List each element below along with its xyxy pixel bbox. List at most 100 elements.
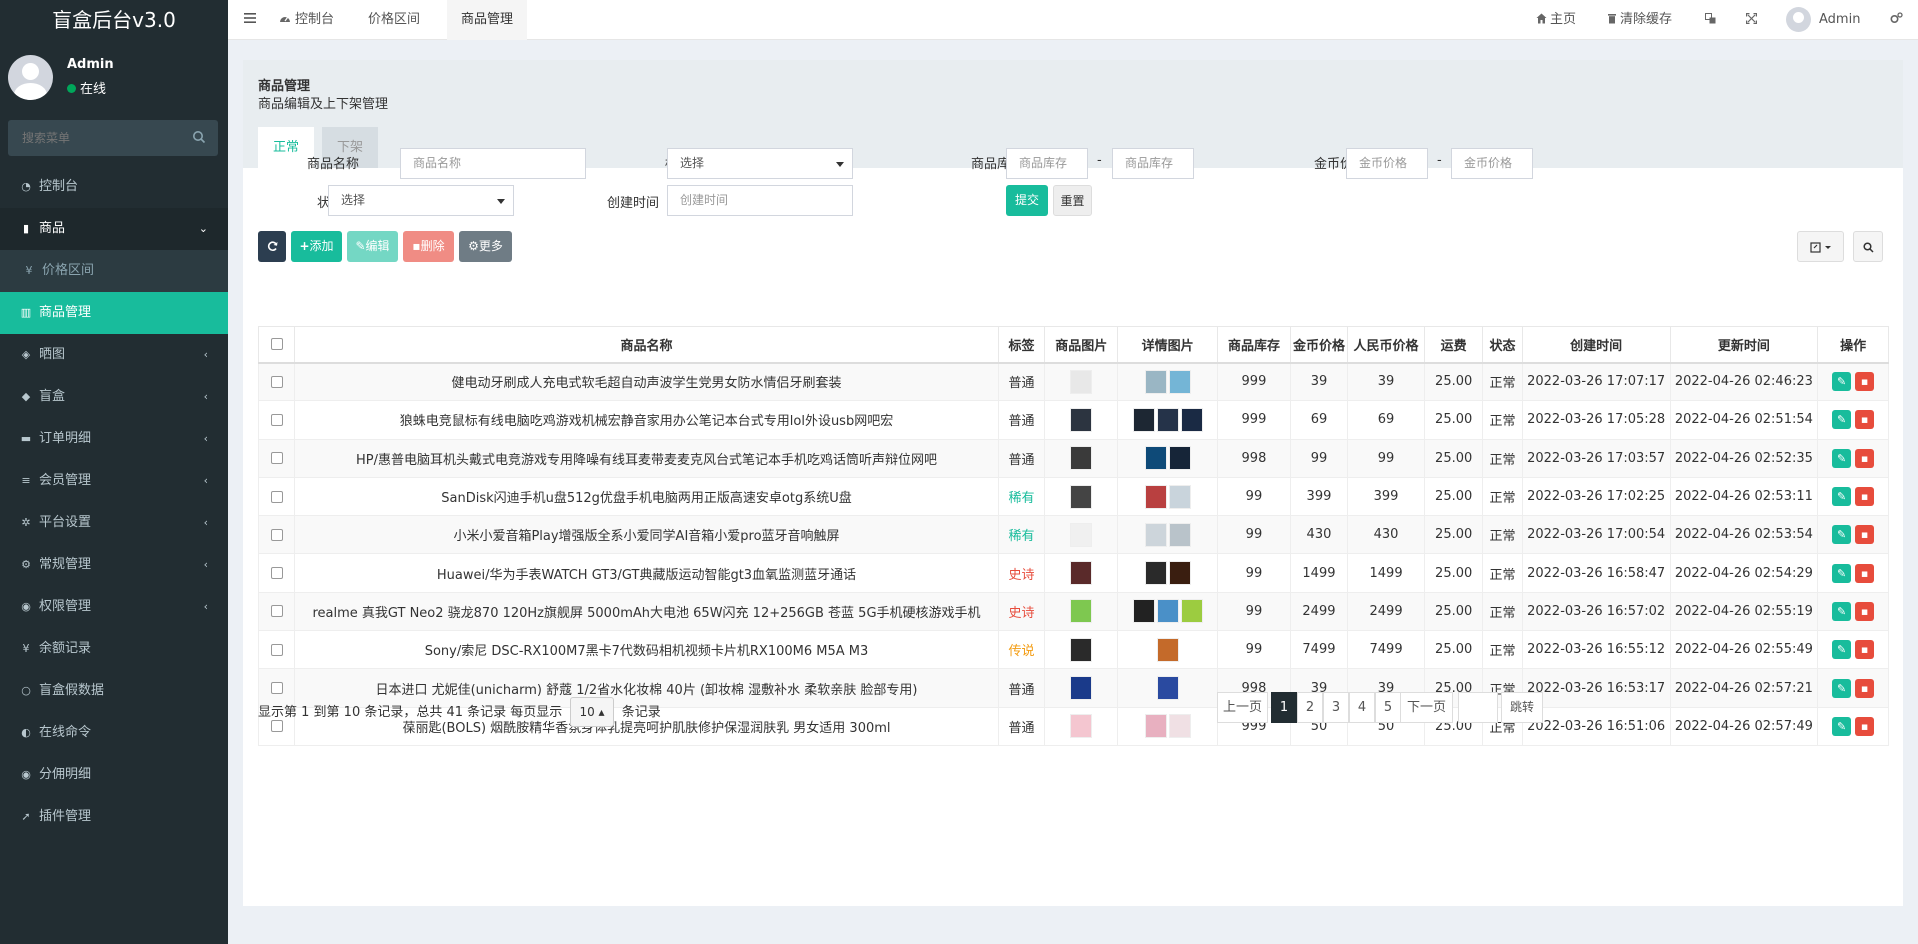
edit-row-button[interactable]: ✎ [1832,410,1852,430]
detail-thumbnail[interactable] [1180,407,1203,432]
submit-button[interactable]: 提交 [1006,185,1048,216]
add-button[interactable]: +添加 [291,231,342,262]
product-thumbnail[interactable] [1070,407,1093,432]
col-header[interactable]: 人民币价格 [1347,326,1426,364]
search-icon[interactable] [192,130,206,144]
select-all-checkbox[interactable] [270,338,283,351]
table-row[interactable]: Sony/索尼 DSC-RX100M7黑卡7代数码相机视频卡片机RX100M6 … [257,630,1889,670]
edit-row-button[interactable]: ✎ [1832,525,1852,545]
stock-min-input[interactable]: 商品库存 [1006,148,1088,179]
product-thumbnail[interactable] [1070,561,1093,586]
detail-thumbnail[interactable] [1168,446,1191,471]
sidebar-item[interactable]: ▬ 订单明细 ‹ [0,418,228,460]
row-checkbox[interactable] [270,643,283,656]
gold-min-input[interactable]: 金币价格 [1346,148,1428,179]
product-thumbnail[interactable] [1070,637,1093,662]
delete-row-button[interactable]: ▪ [1855,525,1875,545]
export-button[interactable] [1797,231,1844,262]
detail-thumbnail[interactable] [1168,522,1191,547]
tab-price-range[interactable]: 价格区间 [354,0,434,40]
gold-max-input[interactable]: 金币价格 [1451,148,1533,179]
page-number-button[interactable]: 4 [1349,692,1375,723]
tag-select[interactable]: 选择 [667,148,853,179]
clear-cache-button[interactable]: 清除缓存 [1607,0,1672,40]
sidebar-item[interactable]: ▮ 商品 ⌄ [0,208,228,250]
delete-row-button[interactable]: ▪ [1855,487,1875,507]
table-row[interactable]: 狼蛛电竞鼠标有线电脑吃鸡游戏机械宏静音家用办公笔记本台式专用lol外设usb网吧… [257,400,1889,440]
detail-thumbnail[interactable] [1144,446,1167,471]
detail-thumbnail[interactable] [1132,407,1155,432]
sidebar-search-input[interactable] [8,120,178,156]
sidebar-item[interactable]: ≡ 会员管理 ‹ [0,460,228,502]
sidebar-item[interactable]: ◔ 控制台 [0,166,228,208]
product-thumbnail[interactable] [1070,484,1093,509]
delete-row-button[interactable]: ▪ [1855,372,1875,392]
sidebar-item[interactable]: ◆ 盲盒 ‹ [0,376,228,418]
jump-page-input[interactable] [1458,692,1498,723]
col-header[interactable]: 运费 [1424,326,1484,364]
table-row[interactable]: Huawei/华为手表WATCH GT3/GT典藏版运动智能gt3血氧监测蓝牙通… [257,553,1889,593]
row-checkbox[interactable] [270,528,283,541]
detail-thumbnail[interactable] [1144,522,1167,547]
delete-row-button[interactable]: ▪ [1855,601,1875,621]
table-row[interactable]: realme 真我GT Neo2 骁龙870 120Hz旗舰屏 5000mAh大… [257,591,1889,632]
jump-button[interactable]: 跳转 [1501,692,1543,723]
tab-product-management[interactable]: 商品管理 [447,0,528,40]
menu-toggle-icon[interactable] [244,12,256,24]
detail-thumbnail[interactable] [1156,676,1179,701]
detail-thumbnail[interactable] [1156,599,1179,624]
search-toggle-button[interactable] [1853,231,1883,262]
edit-row-button[interactable]: ✎ [1832,716,1852,736]
reset-button[interactable]: 重置 [1053,185,1092,216]
delete-button[interactable]: ▪删除 [403,231,454,262]
next-page-button[interactable]: 下一页 [1400,692,1453,723]
page-number-button[interactable]: 3 [1323,692,1349,723]
delete-row-button[interactable]: ▪ [1855,448,1875,468]
sidebar-item[interactable]: ¥ 余额记录 [0,628,228,670]
sidebar-item[interactable]: ◉ 分佣明细 [0,754,228,796]
row-checkbox[interactable] [270,490,283,503]
tab-dashboard[interactable]: 控制台 [265,0,348,40]
detail-thumbnail[interactable] [1156,407,1179,432]
product-thumbnail[interactable] [1070,676,1093,701]
col-header[interactable]: 商品库存 [1217,326,1291,364]
col-header[interactable]: 创建时间 [1521,326,1671,364]
page-number-button[interactable]: 2 [1297,692,1323,723]
product-thumbnail[interactable] [1070,599,1093,624]
edit-row-button[interactable]: ✎ [1832,640,1852,660]
row-checkbox[interactable] [270,605,283,618]
row-checkbox[interactable] [270,452,283,465]
table-row[interactable]: SanDisk闪迪手机u盘512g优盘手机电脑两用正版高速安卓otg系统U盘 稀有… [257,476,1889,517]
row-checkbox[interactable] [270,375,283,388]
stock-max-input[interactable]: 商品库存 [1112,148,1194,179]
sidebar-item[interactable]: ◈ 晒图 ‹ [0,334,228,376]
detail-thumbnail[interactable] [1168,561,1191,586]
col-header[interactable]: 标签 [997,326,1046,364]
sidebar-item[interactable]: ◉ 权限管理 ‹ [0,586,228,628]
detail-thumbnail[interactable] [1144,484,1167,509]
detail-thumbnail[interactable] [1144,561,1167,586]
delete-row-button[interactable]: ▪ [1855,563,1875,583]
sidebar-item[interactable]: ¥ 价格区间 [0,250,228,292]
edit-row-button[interactable]: ✎ [1832,448,1852,468]
sidebar-item[interactable]: ○ 盲盒假数据 [0,670,228,712]
delete-row-button[interactable]: ▪ [1855,716,1875,736]
delete-row-button[interactable]: ▪ [1855,678,1875,698]
detail-thumbnail[interactable] [1168,369,1191,394]
col-header[interactable]: 操作 [1817,326,1889,364]
edit-row-button[interactable]: ✎ [1832,563,1852,583]
sidebar-item[interactable]: ➚ 插件管理 [0,796,228,838]
app-title[interactable]: 盲盒后台v3.0 [0,0,228,40]
detail-thumbnail[interactable] [1144,714,1167,739]
settings-cogs-icon[interactable] [1890,0,1903,40]
prev-page-button[interactable]: 上一页 [1217,692,1268,723]
sidebar-item[interactable]: ▥ 商品管理 [0,292,228,334]
product-thumbnail[interactable] [1070,714,1093,739]
header-user-menu[interactable]: Admin [1786,0,1860,40]
translate-icon[interactable] [1705,0,1716,40]
sidebar-item[interactable]: ◐ 在线命令 [0,712,228,754]
detail-thumbnail[interactable] [1168,714,1191,739]
more-button[interactable]: ⚙更多 [459,231,512,262]
page-number-button[interactable]: 5 [1375,692,1401,723]
col-header[interactable]: 状态 [1482,326,1523,364]
